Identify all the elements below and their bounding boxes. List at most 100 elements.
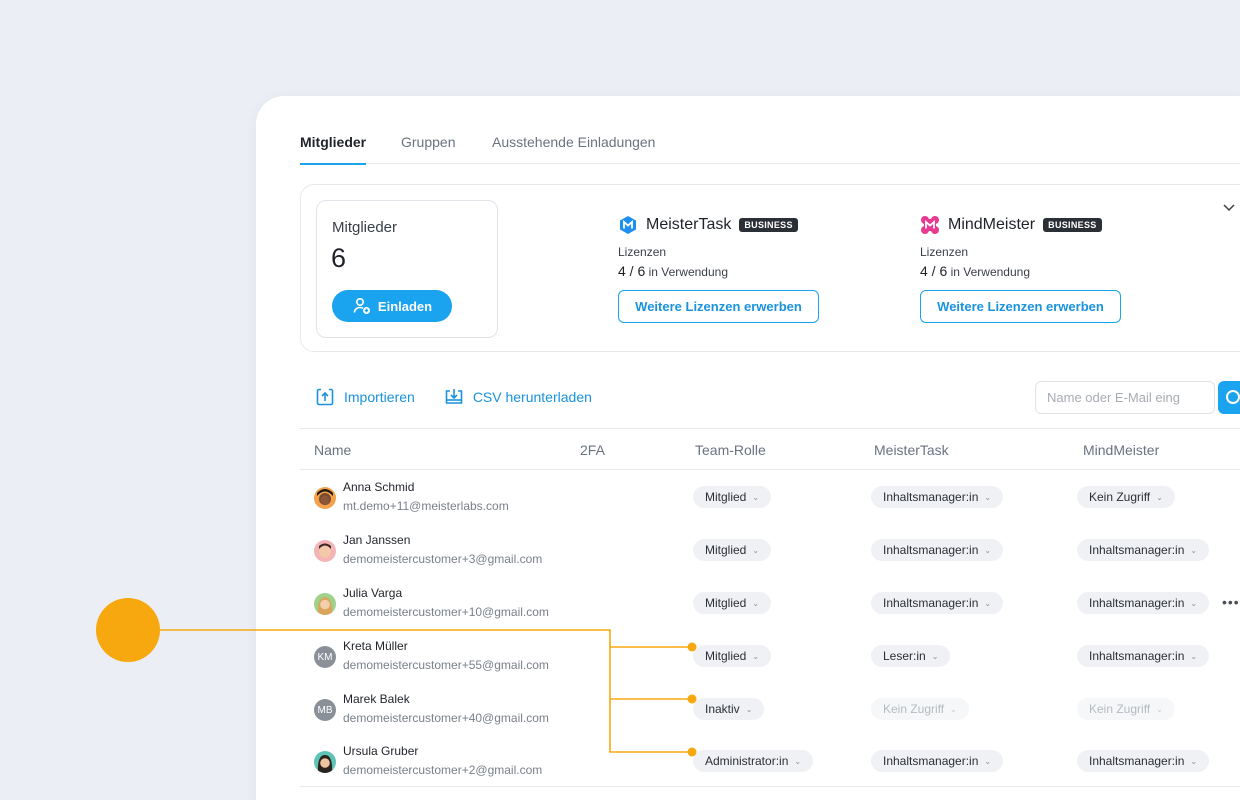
buy-licenses-button[interactable]: Weitere Lizenzen erwerben bbox=[618, 290, 819, 323]
mindmeister-role-select[interactable]: Inhaltsmanager:in ⌄ bbox=[1077, 750, 1210, 772]
column-meistertask: MeisterTask bbox=[874, 442, 949, 458]
team-role-select[interactable]: Mitglied ⌄ bbox=[693, 592, 772, 614]
user-name: Julia Varga bbox=[343, 586, 403, 600]
tab-gruppen[interactable]: Gruppen bbox=[401, 134, 455, 164]
chevron-down-icon: ⌄ bbox=[1190, 651, 1198, 661]
column-name: Name bbox=[314, 442, 352, 458]
meistertask-license: MeisterTask BUSINESS Lizenzen 4 / 6 in V… bbox=[618, 213, 838, 323]
import-button[interactable]: Importieren bbox=[314, 386, 415, 408]
chevron-down-icon: ⌄ bbox=[1156, 492, 1163, 502]
user-email: demomeistercustomer+55@gmail.com bbox=[343, 658, 549, 672]
team-members-panel: Mitglieder Gruppen Ausstehende Einladung… bbox=[256, 96, 1240, 800]
search-input[interactable] bbox=[1035, 381, 1215, 414]
mindmeister-role-select[interactable]: Kein Zugriff ⌄ bbox=[1077, 486, 1175, 508]
meistertask-role-select[interactable]: Inhaltsmanager:in ⌄ bbox=[871, 592, 1004, 614]
chevron-down-icon: ⌄ bbox=[1190, 545, 1198, 555]
team-role-select[interactable]: Mitglied ⌄ bbox=[693, 539, 772, 561]
product-name: MindMeister bbox=[948, 216, 1036, 233]
download-icon bbox=[445, 389, 463, 404]
plan-badge: BUSINESS bbox=[1043, 218, 1102, 232]
mindmeister-role-select[interactable]: Inhaltsmanager:in ⌄ bbox=[1077, 539, 1210, 561]
team-role-select[interactable]: Inaktiv ⌄ bbox=[693, 698, 765, 720]
licenses-in-use: 4 / 6 in Verwendung bbox=[618, 263, 728, 279]
invite-button[interactable]: Einladen bbox=[332, 290, 452, 322]
licenses-label: Lizenzen bbox=[920, 245, 969, 259]
avatar bbox=[314, 487, 336, 509]
chevron-down-icon: ⌄ bbox=[931, 651, 939, 661]
chevron-down-icon: ⌄ bbox=[745, 704, 753, 714]
avatar bbox=[314, 540, 336, 562]
tab-ausstehende-einladungen[interactable]: Ausstehende Einladungen bbox=[492, 134, 655, 164]
user-name: Jan Janssen bbox=[343, 533, 411, 547]
invite-label: Einladen bbox=[377, 298, 433, 314]
chevron-down-icon: ⌄ bbox=[752, 598, 760, 608]
upload-icon bbox=[316, 388, 334, 406]
column-team-rolle: Team-Rolle bbox=[695, 442, 766, 458]
chevron-down-icon: ⌄ bbox=[794, 756, 802, 766]
members-count-box: Mitglieder 6 Einladen bbox=[316, 200, 498, 338]
meistertask-role-select: Kein Zugriff ⌄ bbox=[871, 698, 969, 720]
team-role-select[interactable]: Administrator:in ⌄ bbox=[693, 750, 814, 772]
mindmeister-role-select[interactable]: Inhaltsmanager:in ⌄ bbox=[1077, 645, 1210, 667]
meistertask-role-select[interactable]: Inhaltsmanager:in ⌄ bbox=[871, 486, 1004, 508]
user-email: demomeistercustomer+3@gmail.com bbox=[343, 552, 543, 566]
avatar bbox=[314, 751, 336, 773]
chevron-down-icon: ⌄ bbox=[950, 704, 957, 714]
user-email: demomeistercustomer+40@gmail.com bbox=[343, 711, 549, 725]
members-count: 6 bbox=[331, 243, 347, 273]
licenses-in-use: 4 / 6 in Verwendung bbox=[920, 263, 1030, 279]
team-role-select[interactable]: Mitglied ⌄ bbox=[693, 486, 772, 508]
table-divider bbox=[300, 786, 1240, 787]
user-email: demomeistercustomer+2@gmail.com bbox=[343, 763, 543, 777]
mindmeister-license: MindMeister BUSINESS Lizenzen 4 / 6 in V… bbox=[920, 213, 1140, 323]
table-toolbar: Importieren CSV herunterladen bbox=[314, 382, 620, 412]
chevron-down-icon: ⌄ bbox=[984, 598, 992, 608]
chevron-down-icon: ⌄ bbox=[752, 492, 760, 502]
meistertask-role-select[interactable]: Inhaltsmanager:in ⌄ bbox=[871, 750, 1004, 772]
licenses-label: Lizenzen bbox=[618, 245, 667, 259]
table-row[interactable]: MB Marek Balek demomeistercustomer+40@gm… bbox=[300, 682, 1240, 734]
chevron-down-icon: ⌄ bbox=[984, 492, 992, 502]
table-header: Name 2FA Team-Rolle MeisterTask MindMeis… bbox=[300, 428, 1240, 470]
table-row[interactable]: Ursula Gruber demomeistercustomer+2@gmai… bbox=[300, 734, 1240, 786]
chevron-down-icon: ⌄ bbox=[752, 651, 760, 661]
user-name: Anna Schmid bbox=[343, 480, 415, 494]
search-icon bbox=[1226, 390, 1240, 404]
chevron-down-icon: ⌄ bbox=[752, 545, 760, 555]
annotation-marker bbox=[96, 598, 160, 662]
license-summary: Mitglieder 6 Einladen MeisterTask BUSINE… bbox=[300, 184, 1240, 352]
team-role-select[interactable]: Mitglied ⌄ bbox=[693, 645, 772, 667]
meistertask-role-select[interactable]: Inhaltsmanager:in ⌄ bbox=[871, 539, 1004, 561]
user-name: Marek Balek bbox=[343, 692, 410, 706]
user-name: Ursula Gruber bbox=[343, 744, 419, 758]
mindmeister-logo-icon bbox=[921, 216, 939, 234]
more-options-icon[interactable]: ••• bbox=[1222, 594, 1240, 610]
tab-mitglieder[interactable]: Mitglieder bbox=[300, 134, 367, 165]
import-label: Importieren bbox=[344, 389, 415, 405]
meistertask-logo-icon bbox=[620, 216, 636, 234]
mindmeister-role-select[interactable]: Inhaltsmanager:in ⌄ bbox=[1077, 592, 1210, 614]
chevron-down-icon: ⌄ bbox=[984, 756, 992, 766]
search-button[interactable] bbox=[1218, 381, 1240, 414]
plan-badge: BUSINESS bbox=[739, 218, 798, 232]
table-row[interactable]: Anna Schmid mt.demo+11@meisterlabs.com M… bbox=[300, 470, 1240, 522]
avatar: KM bbox=[314, 646, 336, 668]
chevron-down-icon[interactable] bbox=[1221, 199, 1237, 215]
column-2fa: 2FA bbox=[580, 442, 605, 458]
table-row[interactable]: Jan Janssen demomeistercustomer+3@gmail.… bbox=[300, 523, 1240, 575]
chevron-down-icon: ⌄ bbox=[1156, 704, 1163, 714]
chevron-down-icon: ⌄ bbox=[1190, 598, 1198, 608]
table-row[interactable]: KM Kreta Müller demomeistercustomer+55@g… bbox=[300, 629, 1240, 681]
table-row[interactable]: Julia Varga demomeistercustomer+10@gmail… bbox=[300, 576, 1240, 628]
avatar bbox=[314, 593, 336, 615]
csv-label: CSV herunterladen bbox=[472, 389, 592, 405]
product-name: MeisterTask bbox=[646, 216, 732, 233]
csv-download-button[interactable]: CSV herunterladen bbox=[443, 386, 592, 408]
chevron-down-icon: ⌄ bbox=[1190, 756, 1198, 766]
user-email: demomeistercustomer+10@gmail.com bbox=[343, 605, 549, 619]
column-mindmeister: MindMeister bbox=[1083, 442, 1160, 458]
buy-licenses-button[interactable]: Weitere Lizenzen erwerben bbox=[920, 290, 1121, 323]
add-user-icon bbox=[353, 297, 370, 314]
avatar: MB bbox=[314, 699, 336, 721]
meistertask-role-select[interactable]: Leser:in ⌄ bbox=[871, 645, 951, 667]
